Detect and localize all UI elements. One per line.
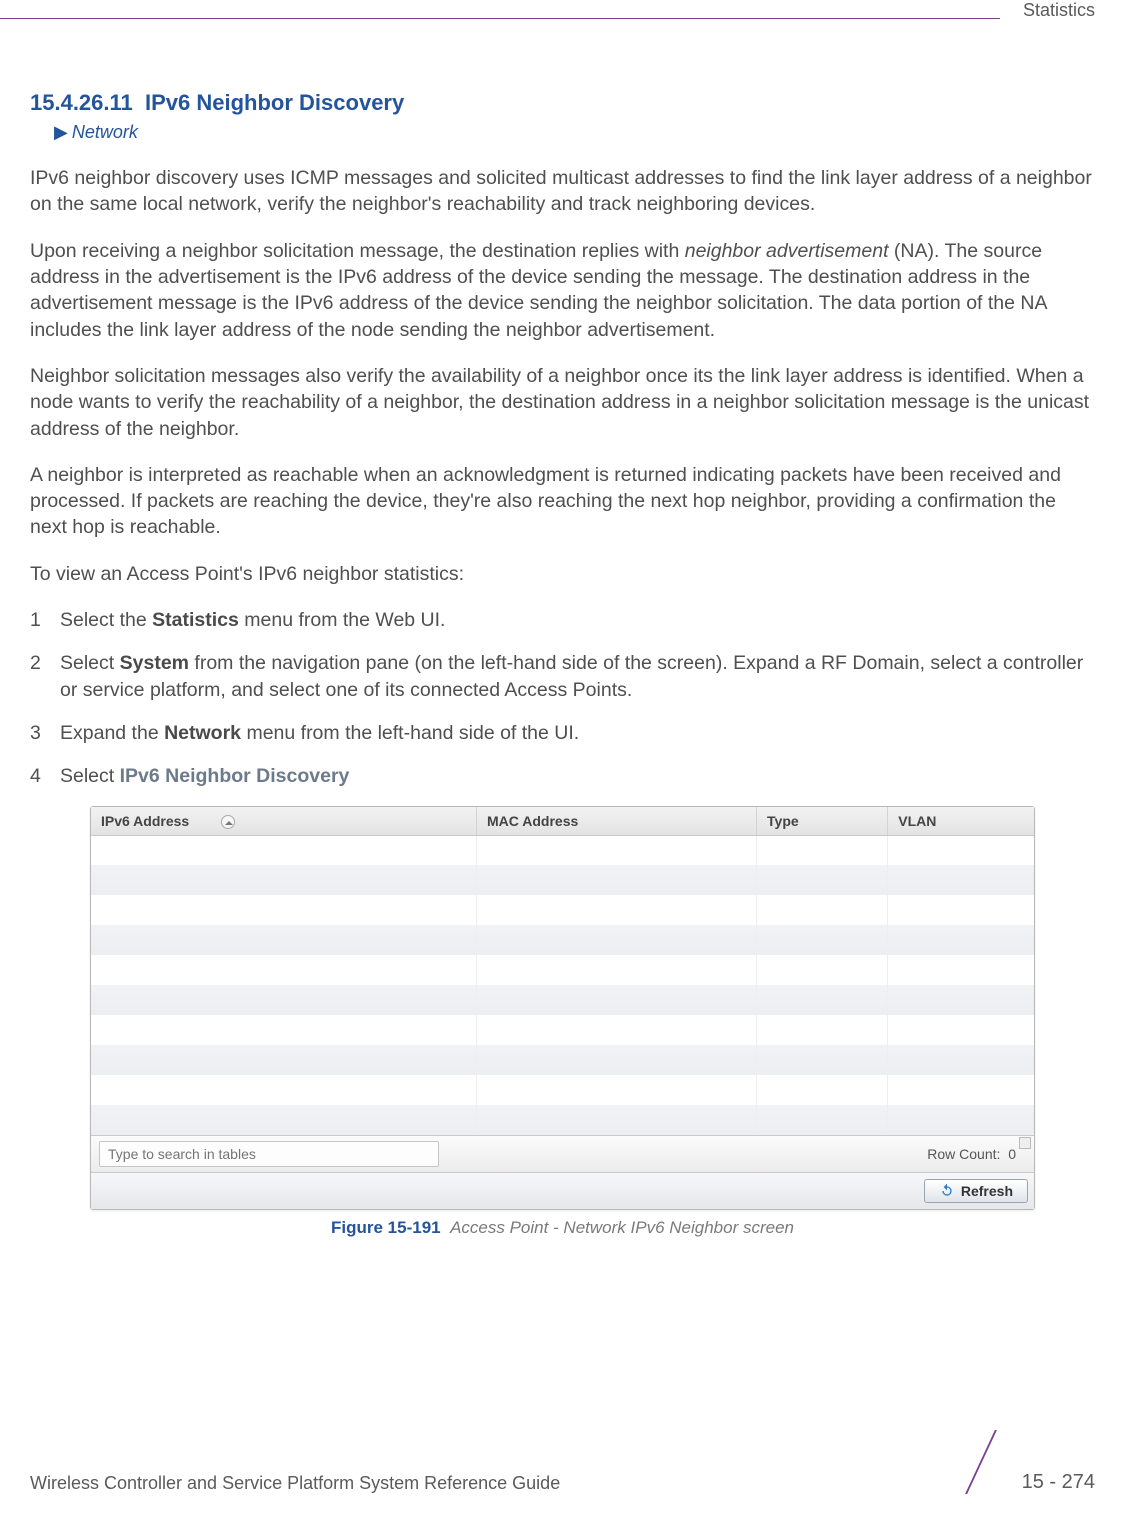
footer-guide-title: Wireless Controller and Service Platform… [30,1473,560,1493]
step-text: Select System from the navigation pane (… [60,650,1095,704]
neighbor-table: IPv6 Address MAC Address Type VLAN [91,807,1034,1136]
page-footer: Wireless Controller and Service Platform… [30,1473,1095,1494]
sort-asc-icon[interactable] [221,815,235,829]
step-3: 3 Expand the Network menu from the left-… [30,720,1095,747]
table-row [91,1075,1034,1105]
header-section-label: Statistics [1023,0,1095,21]
table-row [91,955,1034,985]
step-text: Expand the Network menu from the left-ha… [60,720,1095,747]
col-label: IPv6 Address [101,813,189,829]
paragraph-2a: Upon receiving a neighbor solicitation m… [30,240,685,262]
table-row [91,1045,1034,1075]
figure-caption: Figure 15-191 Access Point - Network IPv… [90,1218,1035,1238]
section-heading: 15.4.26.11 IPv6 Neighbor Discovery [30,90,1095,116]
row-count-label: Row Count: [927,1146,1000,1162]
step-2: 2 Select System from the navigation pane… [30,650,1095,704]
step-text: Select IPv6 Neighbor Discovery [60,763,1095,790]
col-vlan[interactable]: VLAN [888,807,1034,836]
step-post: menu from the left-hand side of the UI. [241,722,579,744]
table-body [91,835,1034,1135]
table-row [91,895,1034,925]
step-number: 4 [30,763,60,790]
step-bold: Network [164,722,241,744]
breadcrumb-label: Network [72,122,138,142]
footer-right: 15 - 274 [948,1430,1095,1494]
step-1: 1 Select the Statistics menu from the We… [30,607,1095,634]
row-count-value: 0 [1008,1146,1016,1162]
col-ipv6-address[interactable]: IPv6 Address [91,807,477,836]
paragraph-1: IPv6 neighbor discovery uses ICMP messag… [30,165,1095,218]
paragraph-2-em: neighbor advertisement [685,240,889,262]
header-rule [0,18,1000,19]
heading-title: IPv6 Neighbor Discovery [145,90,404,115]
table-toolbar: Row Count: 0 [91,1135,1034,1172]
figure-number: Figure 15-191 [331,1218,441,1237]
page-content: 15.4.26.11 IPv6 Neighbor Discovery ▶Netw… [30,90,1095,1238]
step-number: 3 [30,720,60,747]
paragraph-2: Upon receiving a neighbor solicitation m… [30,238,1095,343]
refresh-label: Refresh [961,1183,1013,1199]
step-pre: Select [60,765,120,787]
step-text: Select the Statistics menu from the Web … [60,607,1095,634]
step-pre: Expand the [60,722,164,744]
step-pre: Select the [60,609,152,631]
paragraph-5: To view an Access Point's IPv6 neighbor … [30,561,1095,587]
heading-number: 15.4.26.11 [30,90,133,115]
table-row [91,925,1034,955]
table-search-input[interactable] [99,1141,439,1167]
step-bold: System [120,652,189,674]
paragraph-3: Neighbor solicitation messages also veri… [30,363,1095,442]
step-pre: Select [60,652,120,674]
step-bold-blue: IPv6 Neighbor Discovery [120,765,350,787]
step-number: 2 [30,650,60,704]
step-post: from the navigation pane (on the left-ha… [60,652,1083,701]
footer-slash-icon [948,1430,1012,1494]
step-4: 4 Select IPv6 Neighbor Discovery [30,763,1095,790]
page-number: 15 - 274 [1022,1471,1095,1494]
button-bar: Refresh [91,1172,1034,1209]
figure-container: IPv6 Address MAC Address Type VLAN [90,806,1035,1239]
scroll-corner [1019,1137,1031,1149]
paragraph-4: A neighbor is interpreted as reachable w… [30,462,1095,541]
table-row [91,985,1034,1015]
breadcrumb: ▶Network [54,122,1095,143]
col-type[interactable]: Type [757,807,888,836]
table-row [91,865,1034,895]
figure-title: Access Point - Network IPv6 Neighbor scr… [450,1218,794,1237]
step-post: menu from the Web UI. [239,609,446,631]
table-row [91,835,1034,865]
row-count: Row Count: 0 [927,1146,1016,1162]
table-row [91,1015,1034,1045]
table-row [91,1105,1034,1135]
screenshot-panel: IPv6 Address MAC Address Type VLAN [90,806,1035,1211]
step-bold: Statistics [152,609,239,631]
col-mac-address[interactable]: MAC Address [477,807,757,836]
refresh-button[interactable]: Refresh [924,1179,1028,1203]
refresh-icon [939,1183,955,1199]
breadcrumb-arrow-icon: ▶ [54,122,68,142]
step-number: 1 [30,607,60,634]
